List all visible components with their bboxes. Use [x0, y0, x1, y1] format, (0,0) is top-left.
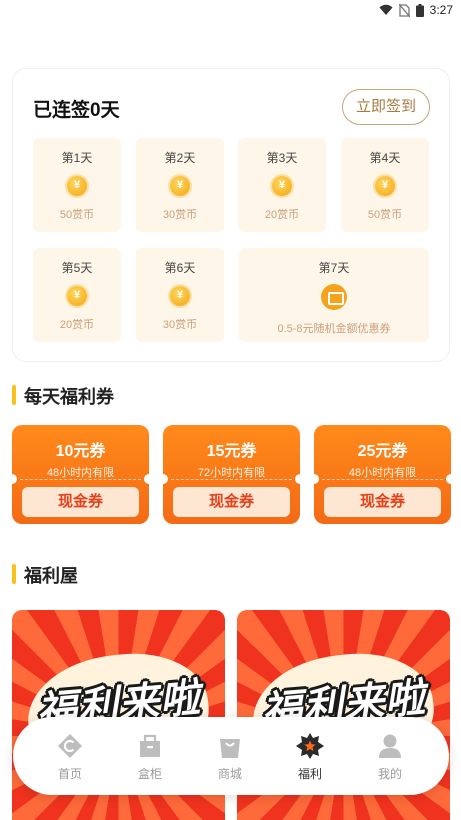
cash-coupon-button[interactable]: 现金券	[22, 487, 139, 517]
coupon-amount: 15元券	[206, 443, 257, 460]
battery-icon	[415, 3, 424, 17]
coin-icon	[67, 176, 87, 196]
coupon-validity: 48小时内有限	[46, 467, 115, 479]
wifi-icon	[379, 4, 393, 15]
nav-item-home[interactable]: 首页	[40, 733, 100, 782]
coin-icon	[67, 286, 87, 306]
signin-card: 已连签0天 立即签到 第1天 50赏币 第2天 30赏币 第3天 20赏币 第4…	[12, 68, 450, 362]
signin-day-3[interactable]: 第3天 20赏币	[238, 138, 326, 232]
coin-icon	[170, 176, 190, 196]
coupon-notch	[314, 474, 319, 484]
bottom-nav: 首页 盒柜 商城 福利 我的	[13, 717, 449, 795]
welfare-house-title: 福利屋	[12, 562, 78, 588]
signin-day-2[interactable]: 第2天 30赏币	[136, 138, 224, 232]
coupon-validity: 48小时内有限	[348, 467, 417, 479]
signin-day-5[interactable]: 第5天 20赏币	[33, 248, 121, 342]
day-reward: 30赏币	[162, 319, 198, 331]
coupon-notch	[295, 474, 300, 484]
day-reward: 20赏币	[264, 209, 300, 221]
day-reward: 20赏币	[59, 319, 95, 331]
nav-item-mine[interactable]: 我的	[360, 733, 420, 782]
coupon-amount: 25元券	[357, 443, 408, 460]
coupon-notch	[12, 474, 17, 484]
status-bar: 3:27	[0, 0, 461, 22]
nav-label: 首页	[57, 767, 82, 781]
day-label: 第6天	[164, 261, 196, 275]
coupon-notch	[446, 474, 451, 484]
nav-label: 商城	[217, 767, 242, 781]
coupon-divider	[322, 479, 443, 480]
signin-streak-title: 已连签0天	[33, 100, 120, 121]
no-sim-icon	[398, 3, 410, 17]
day-label: 第1天	[61, 151, 93, 165]
day-label: 第4天	[369, 151, 401, 165]
signin-now-button[interactable]: 立即签到	[342, 89, 430, 125]
box-cabinet-icon	[140, 734, 160, 757]
coupon-card-10[interactable]: 10元券 48小时内有限 现金券	[12, 425, 149, 524]
person-icon	[379, 734, 401, 758]
day-reward: 50赏币	[59, 209, 95, 221]
coupon-ticket-icon	[321, 284, 347, 310]
signin-day-4[interactable]: 第4天 50赏币	[341, 138, 429, 232]
nav-label: 福利	[297, 767, 322, 781]
nav-item-welfare[interactable]: 福利	[280, 733, 340, 782]
day-label: 第5天	[61, 261, 93, 275]
day-reward: 30赏币	[162, 209, 198, 221]
day-label: 第2天	[164, 151, 196, 165]
coupon-divider	[20, 479, 141, 480]
coin-icon	[375, 176, 395, 196]
coupon-notch	[163, 474, 168, 484]
coupon-notch	[144, 474, 149, 484]
day-reward: 0.5-8元随机金额优惠券	[277, 323, 391, 335]
nav-label: 我的	[377, 767, 402, 781]
nav-label: 盒柜	[137, 767, 162, 781]
nav-item-box-cabinet[interactable]: 盒柜	[120, 733, 180, 782]
day-reward: 50赏币	[367, 209, 403, 221]
status-icons: 3:27	[379, 3, 453, 17]
shopping-bag-icon	[220, 739, 240, 758]
coupon-amount: 10元券	[55, 443, 106, 460]
coin-icon	[170, 286, 190, 306]
daily-coupons-title: 每天福利券	[12, 383, 114, 409]
coupon-divider	[171, 479, 292, 480]
day-label: 第3天	[266, 151, 298, 165]
signin-day-6[interactable]: 第6天 30赏币	[136, 248, 224, 342]
coin-icon	[272, 176, 292, 196]
coupon-validity: 72小时内有限	[197, 467, 266, 479]
day-label: 第7天	[318, 261, 350, 275]
welfare-star-icon	[296, 733, 324, 759]
coupon-card-15[interactable]: 15元券 72小时内有限 现金券	[163, 425, 300, 524]
nav-item-mall[interactable]: 商城	[200, 733, 260, 782]
status-time: 3:27	[429, 3, 453, 17]
home-icon	[58, 734, 82, 758]
cash-coupon-button[interactable]: 现金券	[324, 487, 441, 517]
cash-coupon-button[interactable]: 现金券	[173, 487, 290, 517]
signin-day-7[interactable]: 第7天 0.5-8元随机金额优惠券	[239, 248, 429, 342]
signin-day-1[interactable]: 第1天 50赏币	[33, 138, 121, 232]
coupon-card-25[interactable]: 25元券 48小时内有限 现金券	[314, 425, 451, 524]
